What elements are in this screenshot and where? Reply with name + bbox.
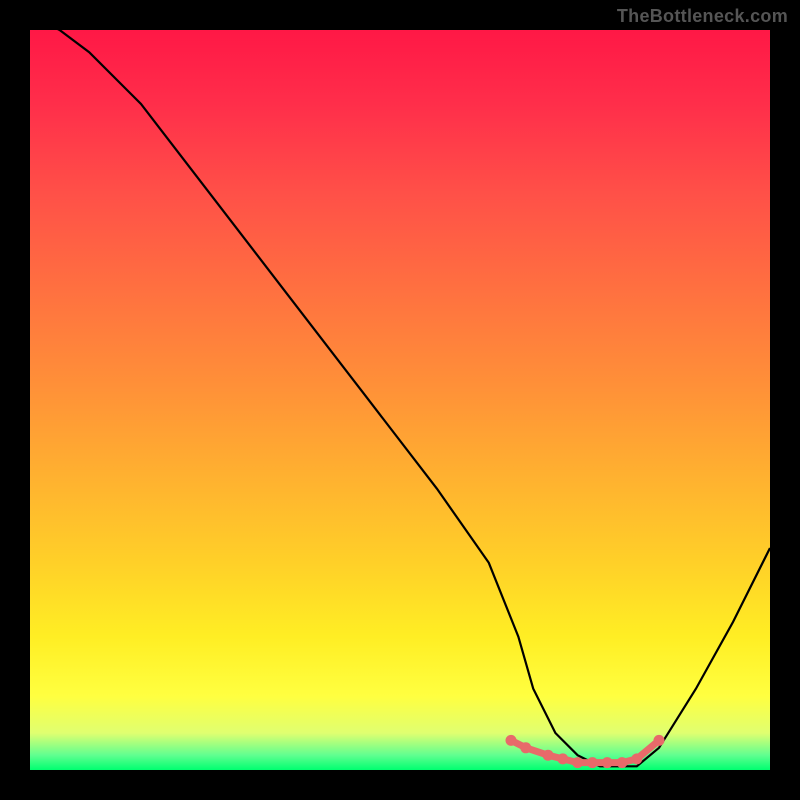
chart-plot-area [30, 30, 770, 770]
optimum-marker [654, 735, 665, 746]
optimum-marker [631, 753, 642, 764]
optimum-marker [572, 757, 583, 768]
optimum-marker [602, 757, 613, 768]
optimum-marker [506, 735, 517, 746]
optimum-marker [587, 757, 598, 768]
optimum-marker [557, 753, 568, 764]
curve-line [30, 30, 770, 766]
chart-svg [30, 30, 770, 770]
optimum-marker [520, 742, 531, 753]
watermark-text: TheBottleneck.com [617, 6, 788, 27]
optimum-marker [543, 750, 554, 761]
optimum-marker [617, 757, 628, 768]
